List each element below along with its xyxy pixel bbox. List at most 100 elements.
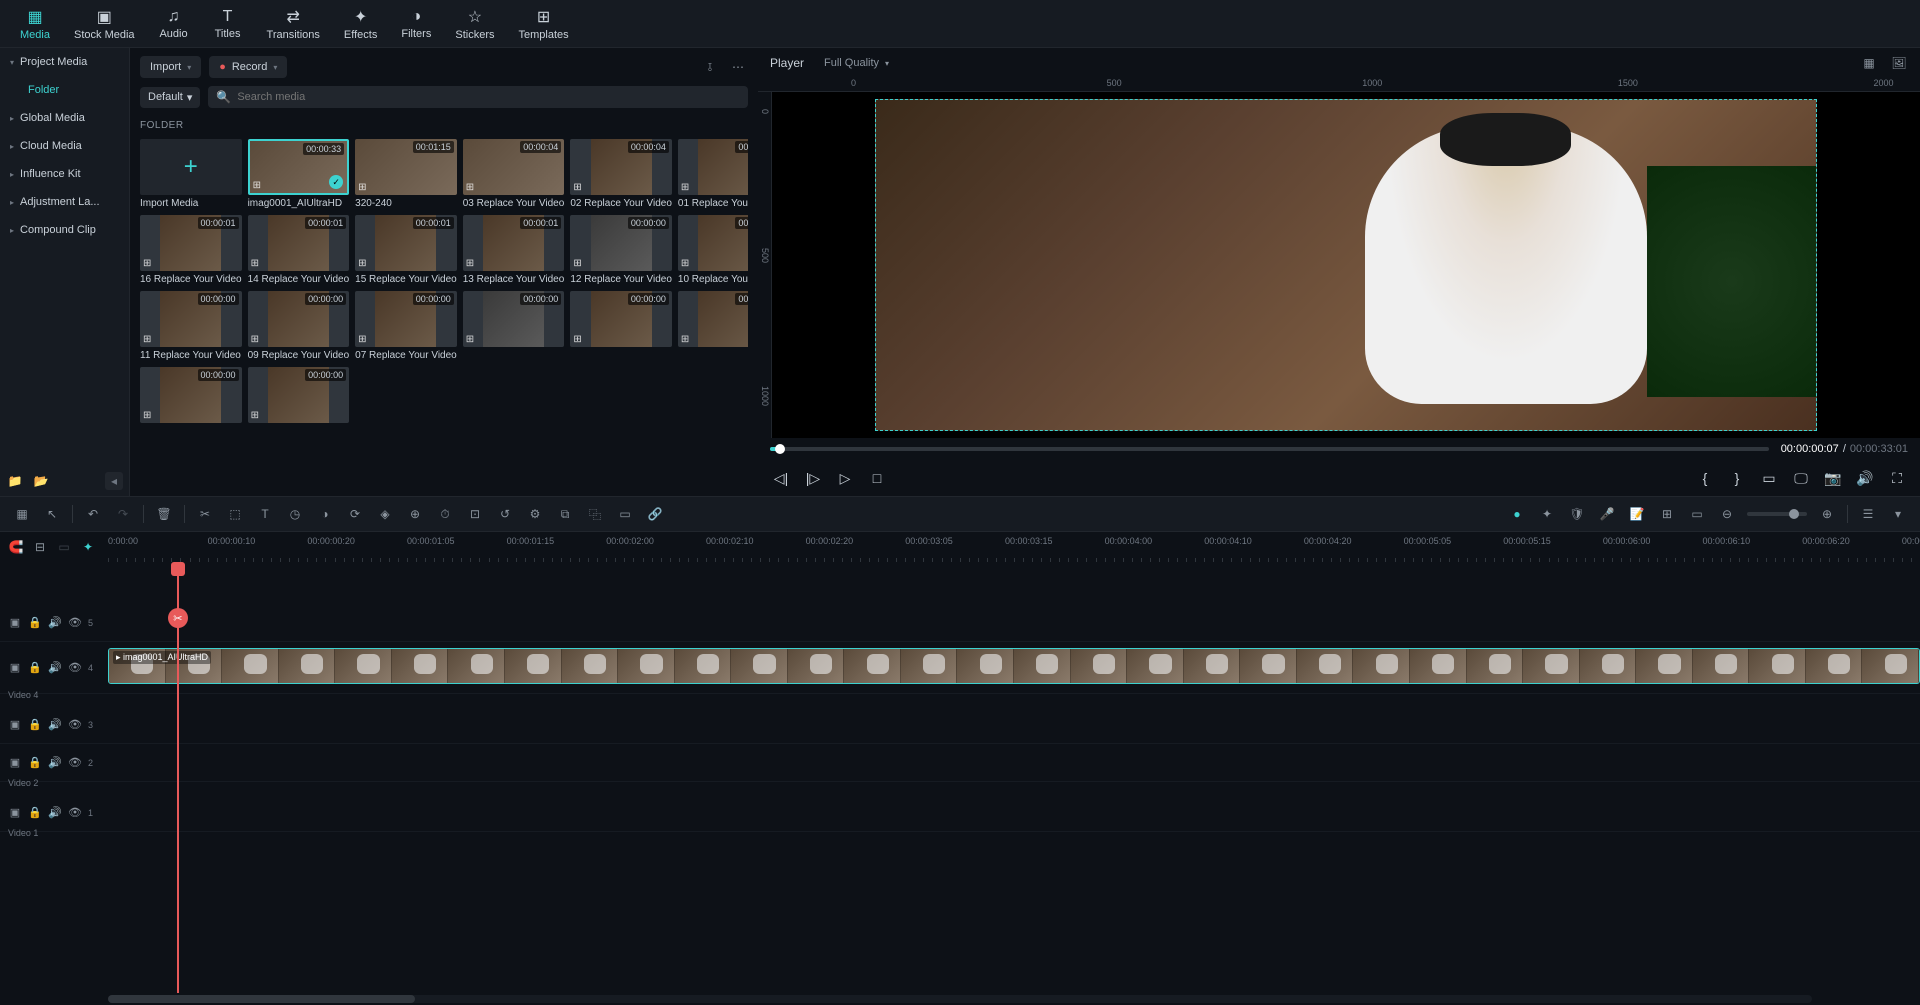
note-button[interactable]: 📝 [1627,504,1647,524]
new-folder-icon[interactable]: 📁 [6,472,24,490]
mark-in-button[interactable]: { [1694,467,1716,489]
import-media-tile[interactable]: + Import Media [140,139,242,209]
sidebar-item-compound-clip[interactable]: ▸Compound Clip [0,216,129,244]
mic-button[interactable]: 🎤 [1597,504,1617,524]
tab-transitions[interactable]: ⇄Transitions [257,3,330,45]
play-button[interactable]: ▷ [834,467,856,489]
crop-button[interactable]: ⬚ [225,504,245,524]
folder-plus-icon[interactable]: 📂 [32,472,50,490]
undo-button[interactable]: ↶ [83,504,103,524]
track-control-icon[interactable]: ▣ [8,661,22,675]
list-view-button[interactable]: ☰ [1858,504,1878,524]
prev-frame-button[interactable]: ◁| [770,467,792,489]
scrub-head[interactable] [775,444,785,454]
tab-titles[interactable]: TTitles [203,4,253,44]
search-input[interactable] [237,91,740,103]
media-item[interactable]: 00:00:00 ⊞ [140,367,242,426]
media-item[interactable]: 00:00:01 ⊞ 13 Replace Your Video [463,215,565,285]
media-item[interactable]: 00:01:15 ⊞ 320-240 [355,139,457,209]
sidebar-item-global-media[interactable]: ▸Global Media [0,104,129,132]
magnetic-icon[interactable]: ✦ [80,539,96,555]
sidebar-item-influence-kit[interactable]: ▸Influence Kit [0,160,129,188]
pointer-tool-icon[interactable]: ↖ [42,504,62,524]
text-button[interactable]: T [255,504,275,524]
timeline-scroll-thumb[interactable] [108,995,415,1003]
media-item[interactable]: 00:00:01 ⊞ 16 Replace Your Video [140,215,242,285]
media-item[interactable]: 00:00:04 ⊞ 03 Replace Your Video [463,139,565,209]
track-control-icon[interactable]: 👁 [68,806,82,820]
zoom-in-button[interactable]: ⊕ [1817,504,1837,524]
track-lane[interactable]: ▸ imag0001_AIUltraHD [108,642,1920,693]
reverse-button[interactable]: ↺ [495,504,515,524]
track-control-icon[interactable]: ▣ [8,616,22,630]
media-item[interactable]: 00:00:01 ⊞ 15 Replace Your Video [355,215,457,285]
speed-button[interactable]: ◷ [285,504,305,524]
quality-dropdown[interactable]: Full Quality▾ [816,54,897,72]
media-item[interactable]: 00:00:00 ⊞ [570,291,672,361]
zoom-knob[interactable] [1789,509,1799,519]
lock-tracks-icon[interactable]: ▭ [56,539,72,555]
import-button[interactable]: Import▾ [140,56,201,78]
shield-button[interactable]: 🛡 [1567,504,1587,524]
zoom-slider[interactable] [1747,512,1807,516]
track-lane[interactable] [108,706,1920,743]
timeline-ruler[interactable]: 0:00:0000:00:00:1000:00:00:2000:00:01:05… [108,532,1920,562]
track-control-icon[interactable]: 👁 [68,616,82,630]
media-item[interactable]: 00:00:00 ⊞ 09 Replace Your Video [248,291,350,361]
track-control-icon[interactable]: ▣ [8,806,22,820]
next-frame-button[interactable]: |▷ [802,467,824,489]
timer-button[interactable]: ⏱ [435,504,455,524]
zoom-out-button[interactable]: ⊖ [1717,504,1737,524]
sidebar-item-folder[interactable]: Folder [0,76,129,104]
media-item[interactable]: 00:00:00 ⊞ 07 Replace Your Video [355,291,457,361]
track-control-icon[interactable]: 🔊 [48,616,62,630]
media-item[interactable]: 00:00:01 ⊞ 14 Replace Your Video [248,215,350,285]
collapse-sidebar-icon[interactable]: ◂ [105,472,123,490]
redo-button[interactable]: ↷ [113,504,133,524]
media-item[interactable]: 00:00:00 ⊞ 10 Replace Your Video [678,215,748,285]
track-control-icon[interactable]: ▣ [8,718,22,732]
tab-stickers[interactable]: ☆Stickers [445,3,504,45]
mark-out-button[interactable]: } [1726,467,1748,489]
playhead[interactable]: ✂ [177,562,179,993]
track-lane[interactable] [108,744,1920,781]
sidebar-item-cloud-media[interactable]: ▸Cloud Media [0,132,129,160]
media-item[interactable]: 00:00:00 ⊞ [463,291,565,361]
adjust-button[interactable]: ⚙ [525,504,545,524]
media-item[interactable]: 00:00:33 ⊞ ✓ imag0001_AIUltraHD [248,139,350,209]
track-control-icon[interactable]: 👁 [68,661,82,675]
playhead-head[interactable] [171,562,185,576]
tab-stock-media[interactable]: ▣Stock Media [64,3,145,45]
copy-button[interactable]: ⿻ [585,504,605,524]
track-control-icon[interactable]: 🔒 [28,756,42,770]
display-button[interactable]: 🖵 [1790,467,1812,489]
group-button[interactable]: ⧉ [555,504,575,524]
track-control-icon[interactable]: 🔊 [48,718,62,732]
media-item[interactable]: 00:00:00 ⊞ 12 Replace Your Video [570,215,672,285]
tab-filters[interactable]: ◑Filters [391,4,441,44]
track-row[interactable]: ▣🔒🔊👁3 [0,706,1920,744]
track-control-icon[interactable]: 🔒 [28,806,42,820]
tab-audio[interactable]: ♫Audio [149,4,199,44]
track-control-icon[interactable]: 🔊 [48,661,62,675]
sidebar-item-adjustment-layer[interactable]: ▸Adjustment La... [0,188,129,216]
media-item[interactable]: 00:00:00 ⊞ [678,291,748,361]
marker-button[interactable]: ▭ [1758,467,1780,489]
track-row[interactable]: ▣🔒🔊👁1 [0,794,1920,832]
color-button[interactable]: ◑ [315,504,335,524]
sort-dropdown[interactable]: Default▾ [140,87,200,108]
more-icon[interactable]: ⋯ [728,57,748,77]
layout-toggle-icon[interactable]: ▦ [1860,54,1878,72]
snapshot-button[interactable]: 📷 [1822,467,1844,489]
settings-button[interactable]: ▾ [1888,504,1908,524]
tab-templates[interactable]: ⊞Templates [508,3,578,45]
media-item[interactable]: 00:00:00 ⊞ 11 Replace Your Video [140,291,242,361]
link-tracks-icon[interactable]: ⊟ [32,539,48,555]
track-lane[interactable] [108,794,1920,831]
select-tool-icon[interactable]: ▦ [12,504,32,524]
keyframe-button[interactable]: ◈ [375,504,395,524]
tab-effects[interactable]: ✦Effects [334,3,387,45]
track-control-icon[interactable]: 👁 [68,718,82,732]
auto-button[interactable]: ✦ [1537,504,1557,524]
ai-button[interactable]: ● [1507,504,1527,524]
